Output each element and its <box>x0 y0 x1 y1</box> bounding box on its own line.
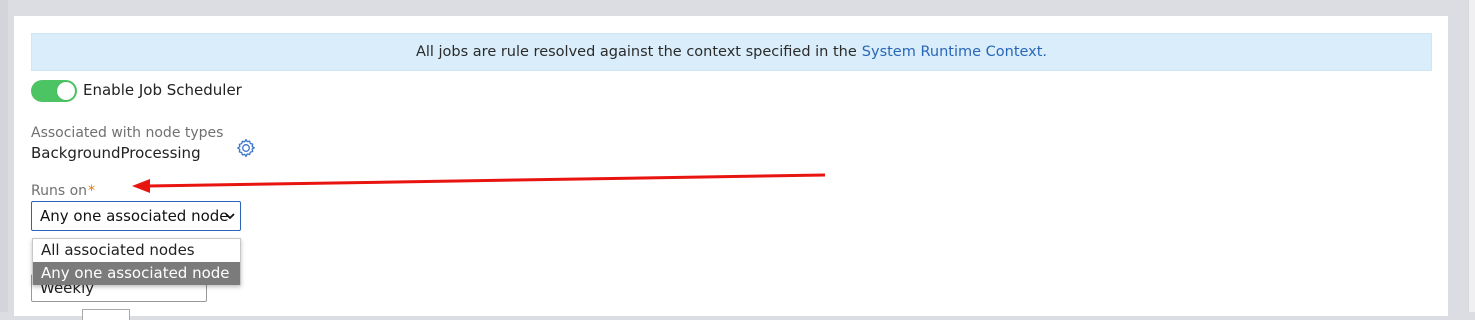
node-types-value: BackgroundProcessing <box>31 144 201 162</box>
info-banner: All jobs are rule resolved against the c… <box>31 33 1432 71</box>
scrollbar[interactable] <box>1468 0 1475 312</box>
gear-icon[interactable] <box>235 137 257 159</box>
runs-on-label: Runs on* <box>31 182 95 200</box>
runs-on-label-text: Runs on <box>31 183 88 199</box>
node-types-label: Associated with node types <box>31 125 224 141</box>
toggle-knob <box>57 82 75 100</box>
left-gutter <box>0 0 8 312</box>
hidden-input-field[interactable] <box>82 309 130 320</box>
runs-on-selected-value: Any one associated node <box>40 207 229 225</box>
banner-text: All jobs are rule resolved against the c… <box>415 44 857 60</box>
system-runtime-context-link[interactable]: System Runtime Context. <box>862 44 1047 60</box>
option-any-one-associated-node[interactable]: Any one associated node <box>33 262 240 285</box>
required-asterisk: * <box>88 183 96 199</box>
option-all-associated-nodes[interactable]: All associated nodes <box>33 239 240 262</box>
enable-job-scheduler-label: Enable Job Scheduler <box>83 81 242 99</box>
enable-job-scheduler-toggle[interactable] <box>31 80 77 102</box>
runs-on-select[interactable]: Any one associated node <box>31 201 241 231</box>
chevron-down-icon <box>225 213 235 220</box>
runs-on-dropdown-list: All associated nodes Any one associated … <box>32 238 241 285</box>
